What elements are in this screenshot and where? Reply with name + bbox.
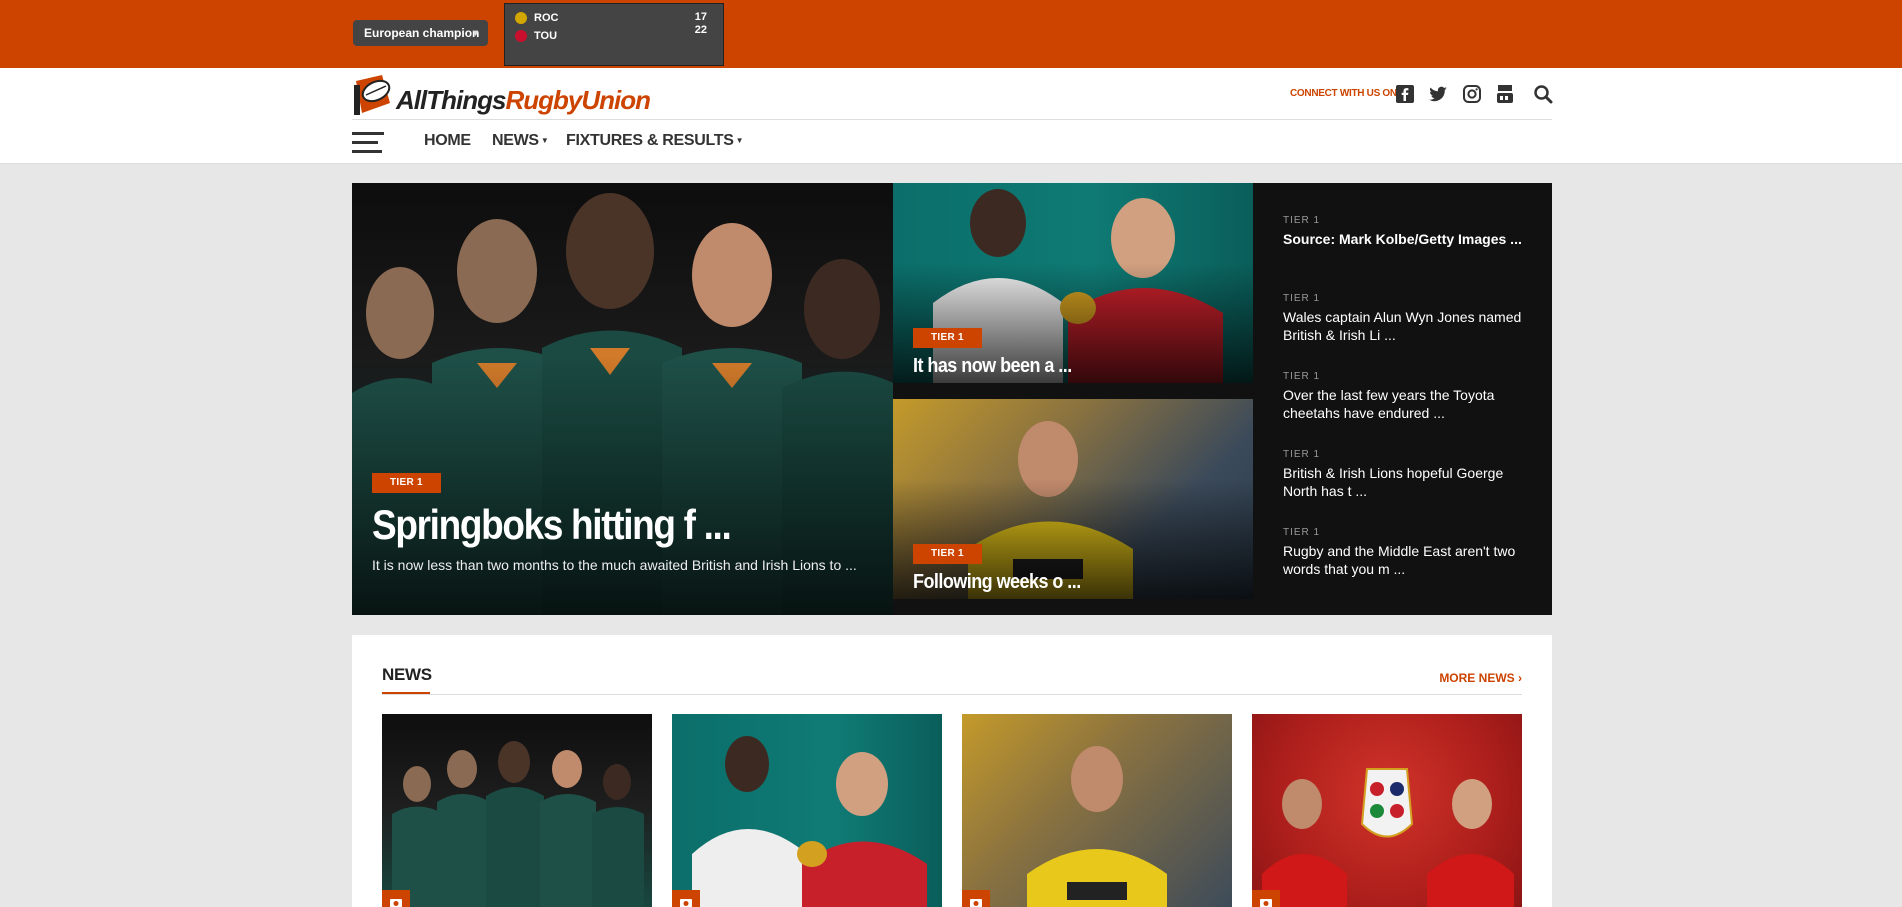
live-score-widget[interactable]: ROC 17 TOU 22 (504, 3, 724, 66)
side-item-title[interactable]: Rugby and the Middle East aren't two wor… (1283, 542, 1533, 578)
caret-down-icon: ▼ (540, 136, 549, 146)
home-team-crest-icon (515, 12, 527, 24)
side-list-item[interactable]: TIER 1 Rugby and the Middle East aren't … (1283, 527, 1533, 578)
more-news-link[interactable]: MORE NEWS › (1439, 671, 1522, 685)
chevron-right-icon: › (1518, 671, 1522, 685)
news-heading: NEWS (382, 665, 432, 684)
news-heading-underline (382, 692, 430, 694)
featured-story-1-title[interactable]: It has now been a ... (913, 355, 1072, 378)
featured-story-1[interactable]: TIER 1 It has now been a ... (893, 183, 1253, 383)
featured-side-list: TIER 1 Source: Mark Kolbe/Getty Images .… (1253, 183, 1552, 615)
hamburger-menu-icon[interactable] (352, 132, 384, 154)
header-divider (352, 119, 1552, 120)
side-item-category: TIER 1 (1283, 371, 1321, 382)
site-logo-text: AllThingsRugbyUnion (396, 85, 651, 115)
news-card[interactable] (672, 714, 942, 907)
youtube-icon[interactable] (1495, 84, 1515, 104)
facebook-icon[interactable] (1395, 84, 1415, 104)
news-card-image (692, 736, 927, 907)
twitter-icon[interactable] (1428, 84, 1448, 104)
camera-icon (672, 890, 700, 907)
side-item-title[interactable]: Source: Mark Kolbe/Getty Images ... (1283, 230, 1533, 248)
top-bar: European champion ▼ ROC 17 TOU 22 (0, 0, 1902, 68)
news-card[interactable] (962, 714, 1232, 907)
instagram-icon[interactable] (1462, 84, 1482, 104)
news-card-image (1027, 746, 1167, 907)
featured-section: TIER 1 Springboks hitting f ... It is no… (352, 183, 1552, 615)
side-item-category: TIER 1 (1283, 293, 1321, 304)
featured-story-2-tag[interactable]: TIER 1 (913, 544, 982, 564)
side-item-title[interactable]: British & Irish Lions hopeful Goerge Nor… (1283, 464, 1533, 500)
connect-label: CONNECT WITH US ON (1290, 88, 1397, 99)
side-item-category: TIER 1 (1283, 215, 1321, 226)
news-divider (382, 694, 1522, 695)
side-item-category: TIER 1 (1283, 527, 1321, 538)
caret-down-icon: ▼ (735, 136, 744, 146)
news-card-image (392, 741, 644, 907)
featured-main-tag[interactable]: TIER 1 (372, 473, 441, 493)
camera-icon (382, 890, 410, 907)
competition-select[interactable]: European champion ▼ (353, 20, 488, 46)
home-team-row: ROC 17 (515, 10, 715, 26)
featured-story-2-title[interactable]: Following weeks o ... (913, 571, 1081, 594)
home-team-score: 17 (694, 11, 707, 23)
away-team-abbr: TOU (534, 30, 558, 42)
news-card[interactable] (1252, 714, 1522, 907)
side-item-title[interactable]: Over the last few years the Toyota cheet… (1283, 386, 1533, 422)
away-team-crest-icon (515, 30, 527, 42)
search-icon[interactable] (1533, 84, 1553, 104)
side-list-item[interactable]: TIER 1 British & Irish Lions hopeful Goe… (1283, 449, 1533, 500)
featured-story-2[interactable]: TIER 1 Following weeks o ... (893, 399, 1253, 599)
side-item-title[interactable]: Wales captain Alun Wyn Jones named Briti… (1283, 308, 1533, 344)
nav-news[interactable]: NEWS ▼ (492, 132, 549, 150)
featured-main-title[interactable]: Springboks hitting f ... (372, 501, 732, 549)
home-team-abbr: ROC (534, 12, 559, 24)
chevron-down-icon: ▼ (471, 28, 480, 38)
camera-icon (962, 890, 990, 907)
nav-fixtures-results[interactable]: FIXTURES & RESULTS ▼ (566, 132, 744, 150)
featured-story-1-tag[interactable]: TIER 1 (913, 328, 982, 348)
away-team-row: TOU 22 (515, 24, 715, 44)
side-list-item[interactable]: TIER 1 Over the last few years the Toyot… (1283, 371, 1533, 422)
side-item-category: TIER 1 (1283, 449, 1321, 460)
news-section: NEWS MORE NEWS › (352, 635, 1552, 907)
news-card-image (1262, 768, 1514, 907)
away-team-score: 22 (694, 24, 707, 36)
side-list-item[interactable]: TIER 1 Source: Mark Kolbe/Getty Images .… (1283, 215, 1533, 248)
camera-icon (1252, 890, 1280, 907)
nav-home[interactable]: HOME (424, 132, 471, 150)
site-logo[interactable]: AllThingsRugbyUnion (352, 70, 651, 122)
competition-select-label: European champion (364, 26, 480, 40)
rugby-ball-logo-icon (354, 75, 391, 115)
news-card[interactable] (382, 714, 652, 907)
featured-main-story[interactable]: TIER 1 Springboks hitting f ... It is no… (352, 183, 893, 615)
featured-main-excerpt: It is now less than two months to the mu… (372, 557, 857, 573)
site-header: AllThingsRugbyUnion CONNECT WITH US ON H… (0, 68, 1902, 164)
side-list-item[interactable]: TIER 1 Wales captain Alun Wyn Jones name… (1283, 293, 1533, 344)
